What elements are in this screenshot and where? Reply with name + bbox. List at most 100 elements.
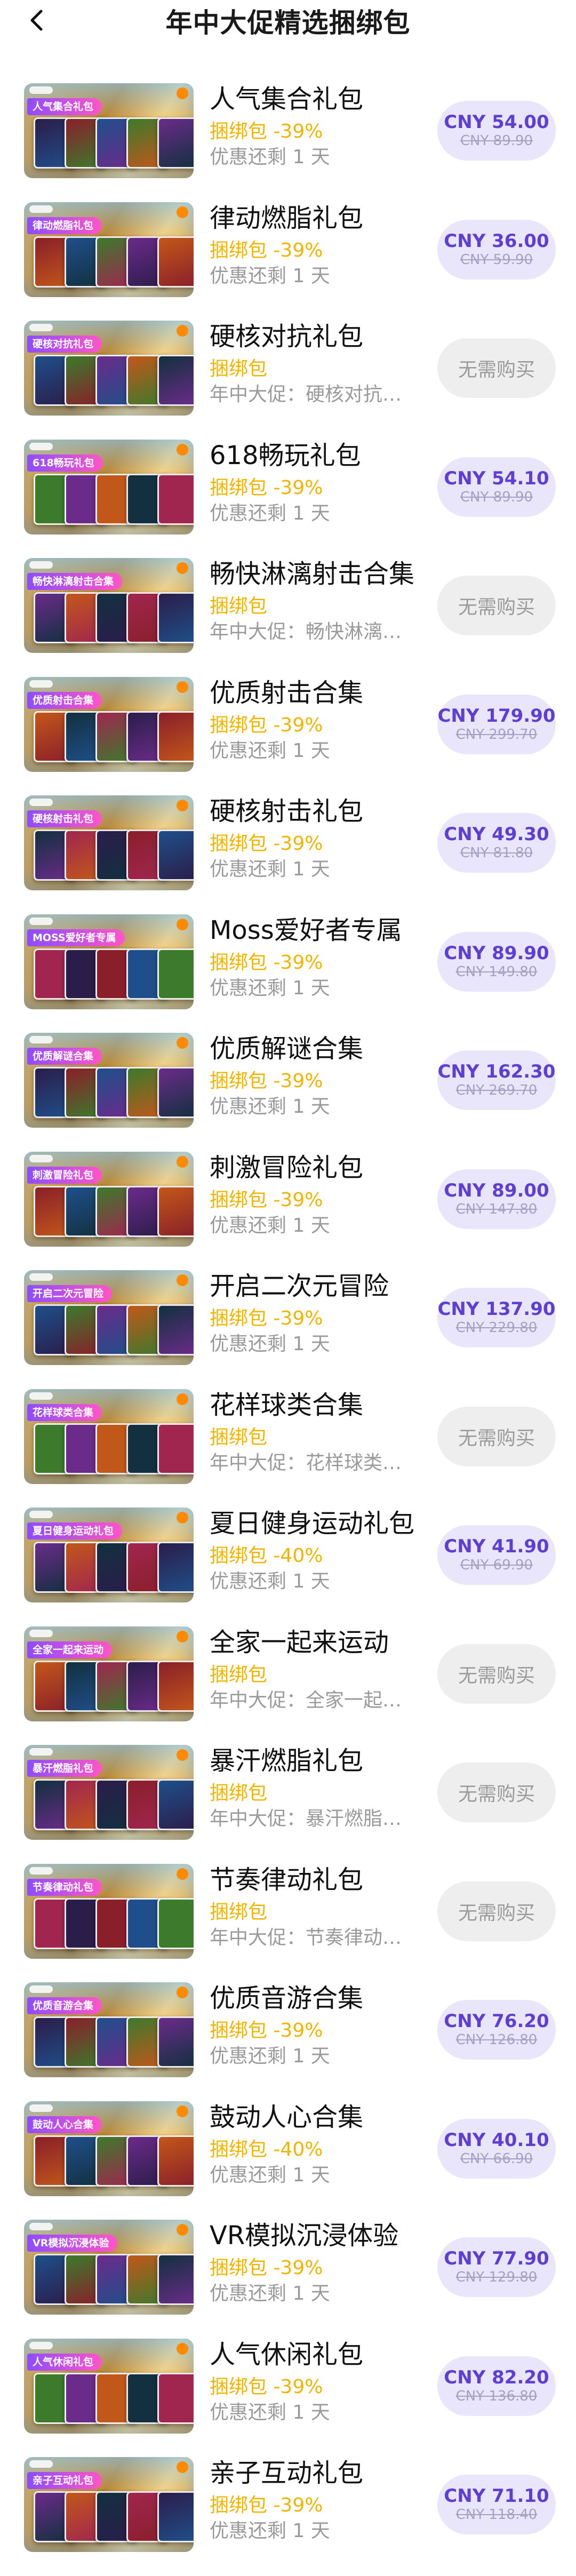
back-button[interactable] xyxy=(23,7,49,33)
price-button[interactable]: CNY 49.30 CNY 81.80 xyxy=(437,813,556,873)
bundle-thumbnail: MOSS爱好者专属 xyxy=(24,914,194,1009)
bundle-list-item[interactable]: 全家一起来运动 全家一起来运动 捆绑包 年中大促：全家一起来运动 无需购买 xyxy=(0,1626,576,1745)
bundle-discount-label: 捆绑包 -39% xyxy=(210,2375,323,2398)
price-button[interactable]: CNY 54.10 CNY 89.90 xyxy=(437,457,556,517)
brand-logo xyxy=(29,917,53,925)
bundle-name: 鼓动人心合集 xyxy=(210,2102,364,2132)
original-price: CNY 69.90 xyxy=(460,1557,533,1573)
thumbnail-tag: 暴汗燃脂礼包 xyxy=(27,1760,102,1777)
bundle-discount-label: 捆绑包 -39% xyxy=(210,121,323,142)
bundle-list-item[interactable]: 优质解谜合集 优质解谜合集 捆绑包 -39% 优惠还剩 1 天 CNY 162.30 CN… xyxy=(0,1033,576,1152)
bundle-list-item[interactable]: 优质射击合集 优质射击合集 捆绑包 -39% 优惠还剩 1 天 CNY 179.90 CN… xyxy=(0,676,576,796)
brand-logo xyxy=(29,205,53,213)
brand-logo xyxy=(29,1985,53,1993)
bundle-list-item[interactable]: MOSS爱好者专属 Moss爱好者专属 捆绑包 -39% 优惠还剩 1 天 CNY 89… xyxy=(0,914,576,1033)
bundle-list-item[interactable]: 畅快淋漓射击合集 畅快淋漓射击合集捆绑包年中大促：畅快淋漓射击合集无需购买 xyxy=(0,558,576,677)
original-price: CNY 66.90 xyxy=(460,2150,533,2167)
bundle-discount-label: 捆绑包 xyxy=(210,595,268,617)
badge-icon xyxy=(177,87,188,99)
badge-icon xyxy=(177,1274,188,1286)
thumbnail-tag: 优质音游合集 xyxy=(27,1997,102,2014)
bundle-note: 优惠还剩 1 天 xyxy=(210,2164,330,2186)
bundle-note: 年中大促：节奏律动礼包 xyxy=(210,1926,418,1949)
bundle-note: 优惠还剩 1 天 xyxy=(210,858,330,880)
price-button[interactable]: CNY 179.90 CNY 299.70 xyxy=(437,694,556,754)
game-covers xyxy=(34,117,194,169)
brand-logo xyxy=(29,2460,53,2468)
bundle-thumbnail: 优质射击合集 xyxy=(24,676,194,772)
price-button[interactable]: CNY 77.90 CNY 129.80 xyxy=(437,2237,556,2297)
bundle-discount-label: 捆绑包 xyxy=(210,1782,268,1804)
badge-icon xyxy=(177,1393,188,1405)
bundle-name: 律动燃脂礼包 xyxy=(210,203,364,233)
bundle-thumbnail: 开启二次元冒险 xyxy=(24,1270,194,1365)
badge-icon xyxy=(177,2105,188,2117)
original-price: CNY 89.90 xyxy=(460,489,533,505)
game-covers xyxy=(34,1779,194,1830)
bundle-list-item[interactable]: 优质音游合集 优质音游合集 捆绑包 -39% 优惠还剩 1 天 CNY 76.20 CNY… xyxy=(0,1982,576,2101)
no-purchase-needed-button[interactable]: 无需购买 xyxy=(437,338,556,398)
price-button[interactable]: CNY 89.00 CNY 147.80 xyxy=(437,1169,556,1229)
bundle-thumbnail: 全家一起来运动 xyxy=(24,1626,194,1721)
bundle-name: 人气休闲礼包 xyxy=(210,2339,364,2370)
no-purchase-needed-button[interactable]: 无需购买 xyxy=(437,1881,556,1941)
bundle-list-item[interactable]: 硬核对抗礼包 硬核对抗礼包 捆绑包 年中大促：硬核对抗礼包 无需购买 xyxy=(0,321,576,440)
badge-icon xyxy=(177,1630,188,1642)
bundle-list-item[interactable]: 开启二次元冒险 开启二次元冒险 捆绑包 -39% 优惠还剩 1 天 CNY 137.90… xyxy=(0,1270,576,1389)
brand-logo xyxy=(29,1273,53,1281)
bundle-note: 优惠还剩 1 天 xyxy=(210,1214,330,1237)
thumbnail-tag: 优质射击合集 xyxy=(27,691,102,709)
sale-price: CNY 89.00 xyxy=(444,1179,549,1201)
brand-logo xyxy=(29,1511,53,1518)
bundle-list-item[interactable]: 硬核射击礼包 硬核射击礼包 捆绑包 -39% 优惠还剩 1 天 CNY 49.30 CNY… xyxy=(0,795,576,914)
no-purchase-needed-button[interactable]: 无需购买 xyxy=(437,1406,556,1466)
bundle-list-item[interactable]: 亲子互动礼包 亲子互动礼包 捆绑包 -39% 优惠还剩 1 天 CNY 71.10 CNY… xyxy=(0,2457,576,2576)
no-purchase-needed-button[interactable]: 无需购买 xyxy=(437,576,556,635)
bundle-note: 年中大促：畅快淋漓射击合集 xyxy=(210,621,418,643)
header-bar: 年中大促精选捆绑包 xyxy=(0,0,576,42)
page-title: 年中大促精选捆绑包 xyxy=(165,7,411,38)
bundle-list-item[interactable]: 律动燃脂礼包 律动燃脂礼包 捆绑包 -39% 优惠还剩 1 天 CNY 36.00 CNY… xyxy=(0,202,576,321)
bundle-list-item[interactable]: 节奏律动礼包 节奏律动礼包 捆绑包 年中大促：节奏律动礼包 无需购买 xyxy=(0,1863,576,1983)
price-button[interactable]: CNY 40.10 CNY 66.90 xyxy=(437,2118,556,2179)
game-cover-image xyxy=(157,2372,194,2424)
price-button[interactable]: CNY 82.20 CNY 136.80 xyxy=(437,2356,556,2416)
original-price: CNY 147.80 xyxy=(455,1201,538,1217)
bundle-list-item[interactable]: 618畅玩礼包 618畅玩礼包 捆绑包 -39% 优惠还剩 1 天 CNY 54.10 C… xyxy=(0,439,576,559)
price-button[interactable]: CNY 54.00 CNY 89.90 xyxy=(437,101,556,161)
game-cover-image xyxy=(157,355,194,406)
price-button[interactable]: CNY 76.20 CNY 126.80 xyxy=(437,2000,556,2060)
price-button[interactable]: CNY 36.00 CNY 59.90 xyxy=(437,219,556,280)
bundle-name: 亲子互动礼包 xyxy=(210,2458,364,2488)
bundle-list-item[interactable]: 夏日健身运动礼包 夏日健身运动礼包 捆绑包 -40% 优惠还剩 1 天 CNY 41.9… xyxy=(0,1508,576,1626)
game-cover-image xyxy=(157,1185,194,1237)
bundle-list-item[interactable]: 人气休闲礼包 人气休闲礼包 捆绑包 -39% 优惠还剩 1 天 CNY 82.20 CNY… xyxy=(0,2338,576,2458)
badge-icon xyxy=(177,443,188,456)
sale-price: CNY 77.90 xyxy=(444,2248,549,2269)
bundle-list: 人气集合礼包 人气集合礼包 捆绑包 -39% 优惠还剩 1 天 CNY 54.00 CNY… xyxy=(0,83,576,2576)
badge-icon xyxy=(177,1037,188,1049)
no-purchase-needed-button[interactable]: 无需购买 xyxy=(437,1644,556,1704)
brand-logo xyxy=(29,2341,53,2349)
bundle-list-item[interactable]: 鼓动人心合集 鼓动人心合集 捆绑包 -40% 优惠还剩 1 天 CNY 40.10 CNY… xyxy=(0,2101,576,2220)
bundle-discount-label: 捆绑包 -39% xyxy=(210,714,323,736)
brand-logo xyxy=(29,1036,53,1043)
bundle-note: 优惠还剩 1 天 xyxy=(210,2520,330,2542)
sale-price: CNY 71.10 xyxy=(444,2485,549,2507)
bundle-name: VR模拟沉浸体验 xyxy=(210,2221,399,2251)
bundle-list-item[interactable]: 花样球类合集 花样球类合集 捆绑包 年中大促：花样球类合集 无需购买 xyxy=(0,1389,576,1508)
thumbnail-tag: 律动燃脂礼包 xyxy=(27,217,102,234)
price-button[interactable]: CNY 137.90 CNY 229.80 xyxy=(437,1288,556,1347)
price-button[interactable]: CNY 41.90 CNY 69.90 xyxy=(437,1525,556,1585)
bundle-thumbnail: 人气集合礼包 xyxy=(24,83,194,178)
price-button[interactable]: CNY 89.90 CNY 149.80 xyxy=(437,931,556,992)
price-button[interactable]: CNY 71.10 CNY 118.40 xyxy=(437,2475,556,2534)
bundle-list-item[interactable]: 暴汗燃脂礼包 暴汗燃脂礼包 捆绑包 年中大促：暴汗燃脂礼包 无需购买 xyxy=(0,1745,576,1864)
thumbnail-tag: 亲子互动礼包 xyxy=(27,2472,102,2489)
bundle-list-item[interactable]: VR模拟沉浸体验 VR模拟沉浸体验 捆绑包 -39% 优惠还剩 1 天 CNY 77.9… xyxy=(0,2220,576,2339)
no-purchase-needed-button[interactable]: 无需购买 xyxy=(437,1762,556,1822)
price-button[interactable]: CNY 162.30 CNY 269.70 xyxy=(437,1050,556,1110)
bundle-discount-label: 捆绑包 -39% xyxy=(210,1307,323,1329)
bundle-list-item[interactable]: 人气集合礼包 人气集合礼包 捆绑包 -39% 优惠还剩 1 天 CNY 54.00 CNY… xyxy=(0,83,576,202)
bundle-list-item[interactable]: 刺激冒险礼包 刺激冒险礼包 捆绑包 -39% 优惠还剩 1 天 CNY 89.00 CNY… xyxy=(0,1151,576,1271)
